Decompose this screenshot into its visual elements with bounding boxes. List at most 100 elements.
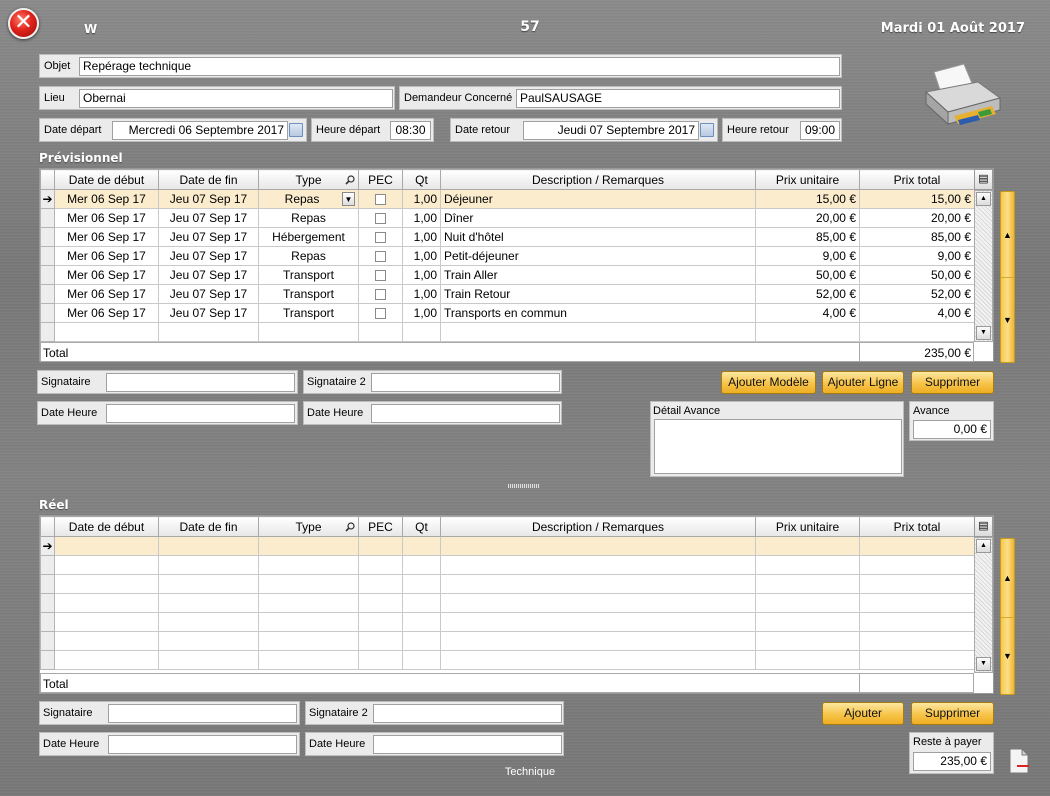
cell-type[interactable]: Repas [258,208,359,228]
cell-type[interactable]: Hébergement [258,227,359,247]
cell-date-debut[interactable]: Mer 06 Sep 17 [54,265,159,285]
table-row[interactable]: ➔ Mer 06 Sep 17 Jeu 07 Sep 17 ▼ Repas 1,0… [40,189,975,209]
cell-description[interactable]: Petit-déjeuner [440,246,756,266]
magnifier-icon[interactable] [345,175,355,185]
cell-prix-unitaire[interactable]: 50,00 € [755,265,860,285]
cell-prix-unitaire[interactable]: 20,00 € [755,208,860,228]
table-row-empty[interactable] [40,322,975,342]
col-header-date-fin[interactable]: Date de fin [158,169,259,190]
previsionnel-page-scroller[interactable]: ▲ ▼ [1000,191,1015,363]
pec-checkbox[interactable] [375,289,386,301]
cell-description[interactable]: Déjeuner [440,189,756,209]
pec-checkbox[interactable] [375,213,386,225]
row-selector[interactable] [40,284,55,304]
cell-pec[interactable] [358,208,403,228]
table-row-empty[interactable] [40,593,975,613]
print-button[interactable] [920,62,1004,132]
table-row[interactable]: Mer 06 Sep 17 Jeu 07 Sep 17 Repas 1,00 D… [40,208,975,228]
document-button[interactable] [1008,747,1030,774]
table-row-empty[interactable] [40,650,975,670]
cell-pec[interactable] [358,303,403,323]
calendar-icon[interactable] [289,123,303,137]
cell-date-fin[interactable]: Jeu 07 Sep 17 [158,189,259,209]
column-config-icon[interactable]: ▤ [974,516,993,537]
row-selector[interactable] [40,227,55,247]
cell-description[interactable]: Transports en commun [440,303,756,323]
cell-date-debut[interactable]: Mer 06 Sep 17 [54,303,159,323]
cell-prix-unitaire[interactable]: 9,00 € [755,246,860,266]
avance-field[interactable]: 0,00 € [913,420,991,439]
col-header-prix-total[interactable]: Prix total [859,169,975,190]
signataire2-field[interactable] [371,373,560,392]
cell-pec[interactable] [358,227,403,247]
col-header-type[interactable]: Type [258,516,359,537]
date-depart-field[interactable]: Mercredi 06 Septembre 2017 [112,121,288,140]
cell-description[interactable]: Train Aller [440,265,756,285]
col-header-description[interactable]: Description / Remarques [440,516,756,537]
calendar-icon[interactable] [700,123,714,137]
cell-description[interactable]: Train Retour [440,284,756,304]
cell-date-debut[interactable]: Mer 06 Sep 17 [54,246,159,266]
heure-depart-field[interactable]: 08:30 [390,121,431,140]
cell-qt[interactable]: 1,00 [402,284,441,304]
pec-checkbox[interactable] [375,251,386,263]
col-header-description[interactable]: Description / Remarques [440,169,756,190]
col-header-date-debut[interactable]: Date de début [54,516,159,537]
page-down-icon[interactable]: ▼ [1001,277,1014,362]
row-selector[interactable] [40,593,55,613]
cell-date-fin[interactable]: Jeu 07 Sep 17 [158,265,259,285]
cell-type[interactable]: ▼ Repas [258,189,359,209]
cell-type[interactable]: Transport [258,284,359,304]
reel-date-heure-field[interactable] [108,735,297,754]
cell-prix-unitaire[interactable]: 85,00 € [755,227,860,247]
magnifier-icon[interactable] [345,522,355,532]
lieu-field[interactable]: Obernai [79,89,393,108]
heure-retour-field[interactable]: 09:00 [800,121,840,140]
cell-type[interactable]: Transport [258,303,359,323]
row-selector[interactable] [40,265,55,285]
date-heure-field[interactable] [106,404,295,423]
cell-date-fin[interactable]: Jeu 07 Sep 17 [158,246,259,266]
table-row[interactable]: Mer 06 Sep 17 Jeu 07 Sep 17 Repas 1,00 P… [40,246,975,266]
table-row-empty[interactable] [40,612,975,632]
ajouter-button[interactable]: Ajouter [822,702,904,725]
row-selector[interactable] [40,555,55,575]
signataire-field[interactable] [106,373,295,392]
cell-prix-unitaire[interactable]: 15,00 € [755,189,860,209]
cell-qt[interactable]: 1,00 [402,208,441,228]
cell-type[interactable]: Transport [258,265,359,285]
col-header-date-fin[interactable]: Date de fin [158,516,259,537]
cell-date-fin[interactable]: Jeu 07 Sep 17 [158,303,259,323]
col-header-prix-total[interactable]: Prix total [859,516,975,537]
col-header-date-debut[interactable]: Date de début [54,169,159,190]
table-row-empty[interactable] [40,555,975,575]
cell-qt[interactable]: 1,00 [402,246,441,266]
cell-prix-unitaire[interactable]: 52,00 € [755,284,860,304]
supprimer-button[interactable]: Supprimer [911,371,994,394]
cell-pec[interactable] [358,284,403,304]
cell-type[interactable]: Repas [258,246,359,266]
page-down-icon[interactable]: ▼ [1001,616,1014,695]
row-selector[interactable] [40,322,55,342]
row-selector[interactable] [40,612,55,632]
ajouter-ligne-button[interactable]: Ajouter Ligne [822,371,904,394]
reel-scrollbar[interactable]: ▲ ▼ [974,537,993,673]
table-row-empty[interactable]: ➔ [40,536,975,556]
chevron-down-icon[interactable]: ▼ [342,192,355,206]
col-header-qt[interactable]: Qt [402,169,441,190]
row-selector[interactable] [40,650,55,670]
pec-checkbox[interactable] [375,194,386,206]
table-row[interactable]: Mer 06 Sep 17 Jeu 07 Sep 17 Transport 1,… [40,284,975,304]
row-selector[interactable] [40,246,55,266]
pec-checkbox[interactable] [375,270,386,282]
date-heure2-field[interactable] [371,404,560,423]
row-selector[interactable] [40,574,55,594]
cell-qt[interactable]: 1,00 [402,227,441,247]
cell-qt[interactable]: 1,00 [402,265,441,285]
reel-date-heure2-field[interactable] [373,735,562,754]
cell-date-debut[interactable]: Mer 06 Sep 17 [54,189,159,209]
pec-checkbox[interactable] [375,308,386,320]
cell-pec[interactable] [358,246,403,266]
previsionnel-scrollbar[interactable]: ▲ ▼ [974,190,993,342]
cell-prix-unitaire[interactable]: 4,00 € [755,303,860,323]
